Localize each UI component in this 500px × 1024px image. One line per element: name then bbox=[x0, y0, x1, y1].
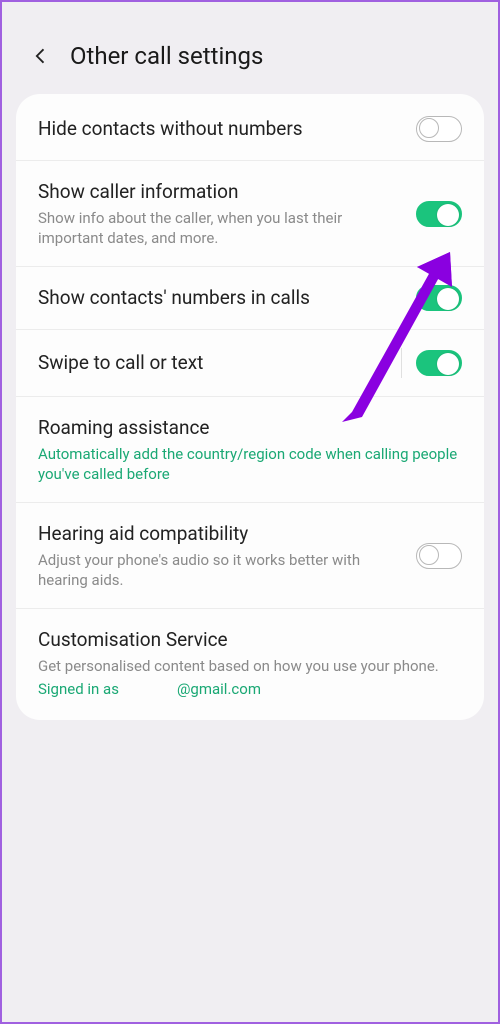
row-title: Show caller information bbox=[38, 179, 402, 205]
row-subtitle: Show info about the caller, when you las… bbox=[38, 208, 402, 249]
toggle-show-caller-info[interactable] bbox=[416, 201, 462, 227]
row-title: Roaming assistance bbox=[38, 415, 462, 441]
row-title: Hearing aid compatibility bbox=[38, 521, 402, 547]
row-subtitle: Get personalised content based on how yo… bbox=[38, 656, 462, 676]
toggle-hearing-aid[interactable] bbox=[416, 543, 462, 569]
row-roaming-assistance[interactable]: Roaming assistance Automatically add the… bbox=[16, 397, 484, 503]
row-show-contacts-numbers[interactable]: Show contacts' numbers in calls bbox=[16, 267, 484, 330]
signed-in-prefix: Signed in as bbox=[38, 680, 119, 698]
row-hide-contacts[interactable]: Hide contacts without numbers bbox=[16, 98, 484, 161]
row-title: Customisation Service bbox=[38, 627, 462, 653]
header: Other call settings bbox=[2, 2, 498, 94]
divider bbox=[401, 348, 402, 378]
page-title: Other call settings bbox=[70, 42, 263, 70]
row-customisation-service[interactable]: Customisation Service Get personalised c… bbox=[16, 609, 484, 716]
signed-in-domain: @gmail.com bbox=[177, 680, 261, 698]
row-subtitle: Adjust your phone's audio so it works be… bbox=[38, 550, 402, 591]
row-swipe-call-text[interactable]: Swipe to call or text bbox=[16, 330, 484, 397]
back-icon[interactable] bbox=[30, 45, 52, 67]
row-show-caller-info[interactable]: Show caller information Show info about … bbox=[16, 161, 484, 267]
row-title: Show contacts' numbers in calls bbox=[38, 285, 402, 311]
signed-in-text: Signed in as @gmail.com bbox=[38, 680, 462, 698]
row-title: Swipe to call or text bbox=[38, 350, 387, 376]
row-hearing-aid[interactable]: Hearing aid compatibility Adjust your ph… bbox=[16, 503, 484, 609]
toggle-hide-contacts[interactable] bbox=[416, 116, 462, 142]
settings-card: Hide contacts without numbers Show calle… bbox=[16, 94, 484, 720]
toggle-show-contacts-numbers[interactable] bbox=[416, 285, 462, 311]
row-subtitle: Automatically add the country/region cod… bbox=[38, 444, 462, 485]
toggle-swipe-call-text[interactable] bbox=[416, 350, 462, 376]
row-title: Hide contacts without numbers bbox=[38, 116, 402, 142]
